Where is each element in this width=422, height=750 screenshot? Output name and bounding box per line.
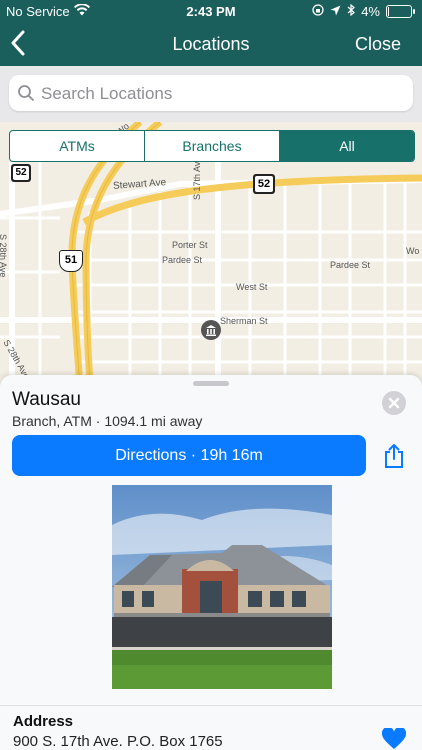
battery-icon — [386, 5, 415, 18]
location-subtitle: Branch, ATM · 1094.1 mi away — [12, 413, 203, 429]
close-button[interactable]: Close — [355, 34, 401, 55]
street-label: Sherman St — [220, 316, 268, 326]
directions-button[interactable]: Directions · 19h 16m — [12, 435, 366, 476]
dismiss-card-button[interactable] — [382, 391, 406, 415]
location-arrow-icon — [330, 4, 341, 19]
street-label: West St — [236, 282, 268, 292]
location-photo — [112, 485, 332, 689]
bank-icon — [206, 325, 216, 336]
address-label: Address — [13, 713, 74, 730]
navigation-bar: Locations Close — [0, 24, 422, 66]
location-detail-card: Wausau Branch, ATM · 1094.1 mi away Dire… — [0, 375, 422, 750]
favorite-button[interactable] — [381, 726, 407, 750]
battery-percent: 4% — [361, 4, 380, 19]
share-button[interactable] — [382, 443, 406, 469]
street-label: S 28th Ave — [0, 234, 8, 278]
filter-all[interactable]: All — [280, 131, 414, 161]
bluetooth-icon — [347, 3, 356, 19]
drag-handle[interactable] — [193, 381, 229, 386]
street-label: Wo — [406, 246, 420, 256]
route-shield: 52 — [253, 174, 275, 194]
location-name: Wausau — [12, 389, 81, 410]
route-shield: 52 — [11, 164, 31, 182]
search-input[interactable] — [39, 77, 403, 111]
route-shield-label: 51 — [64, 254, 78, 266]
bank-location-pin[interactable] — [201, 320, 221, 340]
route-shield-label: 52 — [255, 176, 273, 192]
street-label: Porter St — [172, 240, 208, 250]
search-field[interactable] — [9, 75, 413, 111]
close-icon — [388, 397, 400, 409]
route-shield-label: 52 — [13, 166, 29, 180]
street-label: Pardee St — [330, 260, 371, 270]
location-filter: ATMs Branches All — [9, 130, 415, 162]
route-shield: 51 — [59, 250, 83, 272]
search-bar — [0, 66, 422, 122]
filter-atms[interactable]: ATMs — [10, 131, 145, 161]
search-icon — [18, 85, 34, 101]
map-view[interactable]: 52 52 51 Stewart Ave Porter St Pardee St… — [0, 122, 422, 412]
street-label: S 17th Ave — [192, 156, 202, 200]
share-icon — [385, 444, 403, 468]
street-label: Pardee St — [162, 255, 203, 265]
orientation-lock-icon — [312, 4, 324, 19]
heart-icon — [381, 726, 407, 749]
filter-branches[interactable]: Branches — [145, 131, 280, 161]
status-bar: No Service 2:43 PM 4% — [0, 0, 422, 24]
address-value[interactable]: 900 S. 17th Ave. P.O. Box 1765 — [13, 733, 223, 750]
section-divider — [0, 705, 422, 706]
